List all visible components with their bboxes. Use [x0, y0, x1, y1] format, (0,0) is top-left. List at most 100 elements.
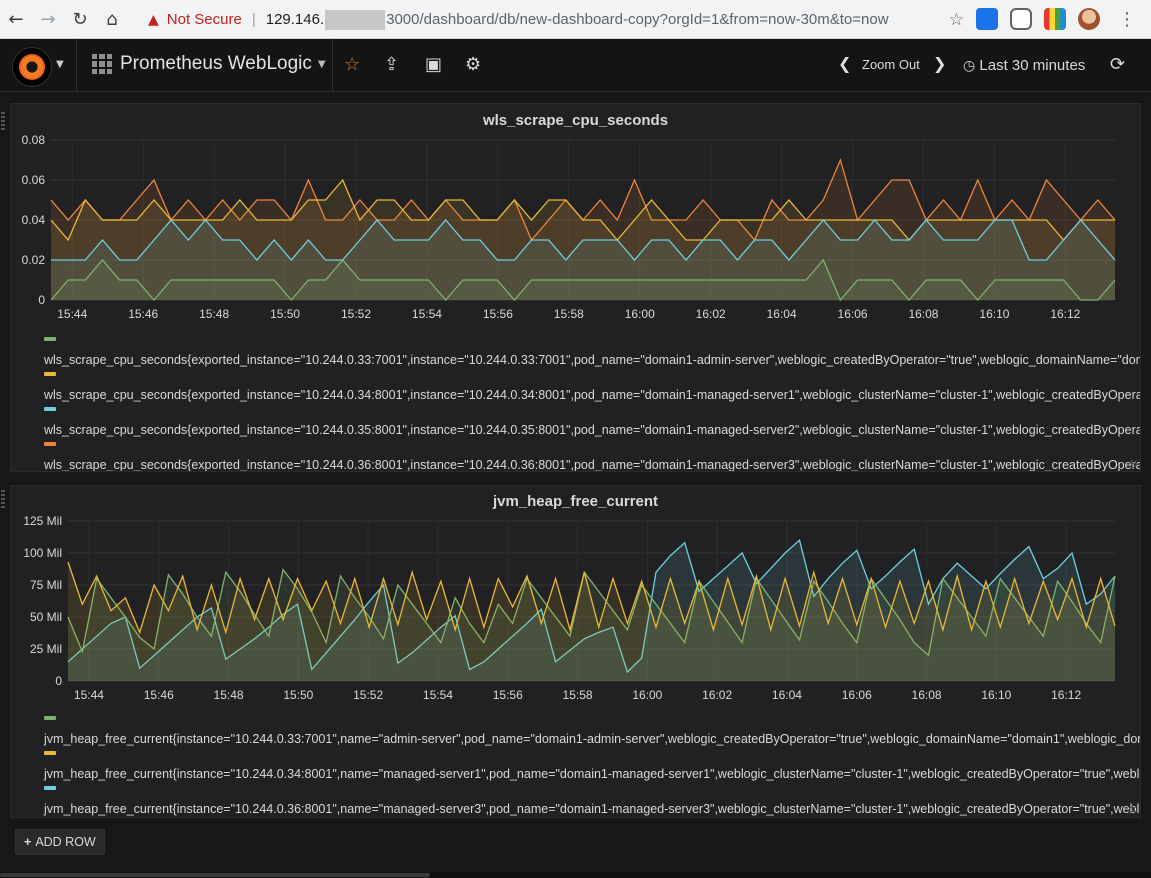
legend-swatch [44, 786, 56, 790]
dashboard-title: Prometheus WebLogic [120, 53, 312, 74]
address-bar[interactable]: ▲ Not Secure | 129.146. 3000/dashboard/d… [136, 4, 972, 35]
legend-label: wls_scrape_cpu_seconds{exported_instance… [44, 423, 1141, 437]
browser-toolbar: ← → ↻ ⌂ ▲ Not Secure | 129.146. 3000/das… [0, 0, 1151, 39]
x-tick-label: 15:56 [493, 688, 523, 702]
legend-swatch [44, 372, 56, 376]
pocket-extension-icon[interactable] [1010, 8, 1032, 30]
y-tick-label: 0.04 [22, 213, 46, 227]
x-tick-label: 16:12 [1050, 307, 1080, 321]
x-tick-label: 15:46 [144, 688, 174, 702]
refresh-icon[interactable]: ⟳ [1110, 54, 1125, 75]
panel-jvm-heap: jvm_heap_free_current 0 25 Mil 50 Mil 75 Mi… [10, 485, 1141, 818]
grafana-navbar: ▼ Prometheus WebLogic ▼ ☆ ⇪ ▣ ⚙ ❮ Zoom O… [0, 39, 1151, 92]
resize-handle-icon[interactable] [1129, 806, 1137, 814]
navbar-divider [76, 39, 77, 92]
reload-icon[interactable]: ↻ [64, 0, 96, 39]
legend-swatch [44, 716, 56, 720]
legend-swatch [44, 442, 56, 446]
star-dashboard-icon[interactable]: ☆ [344, 54, 360, 75]
back-arrow-icon[interactable]: ← [0, 0, 32, 39]
clock-icon: ◷ [963, 58, 976, 74]
x-tick-label: 16:12 [1051, 688, 1081, 702]
x-tick-label: 16:02 [702, 688, 732, 702]
y-tick-label: 50 Mil [30, 610, 62, 624]
url-host: 129.146. [265, 11, 325, 28]
dashboard-title-button[interactable]: Prometheus WebLogic ▼ [92, 53, 326, 75]
x-tick-label: 16:00 [625, 307, 655, 321]
x-tick-label: 16:04 [767, 307, 797, 321]
panel-title[interactable]: wls_scrape_cpu_seconds [11, 112, 1140, 129]
x-tick-label: 16:06 [838, 307, 868, 321]
x-tick-label: 15:56 [483, 307, 513, 321]
x-tick-label: 15:46 [128, 307, 158, 321]
horizontal-scrollbar[interactable] [0, 872, 1151, 878]
x-tick-label: 16:10 [981, 688, 1011, 702]
y-tick-label: 100 Mil [23, 546, 62, 560]
url-separator: | [251, 11, 256, 28]
x-tick-label: 15:58 [563, 688, 593, 702]
chevron-right-icon[interactable]: ❯ [933, 54, 946, 73]
y-tick-label: 125 Mil [23, 514, 62, 528]
plus-icon: + [24, 835, 32, 849]
save-icon[interactable]: ▣ [425, 54, 442, 75]
x-tick-label: 15:44 [57, 307, 87, 321]
legend-label: wls_scrape_cpu_seconds{exported_instance… [44, 388, 1141, 402]
zoom-out-button[interactable]: Zoom Out [862, 57, 920, 72]
y-tick-label: 0.08 [22, 133, 46, 147]
x-tick-label: 15:48 [214, 688, 244, 702]
y-tick-label: 0.02 [22, 253, 46, 267]
x-tick-label: 16:08 [908, 307, 938, 321]
resize-handle-icon[interactable] [1129, 460, 1137, 468]
legend-swatch [44, 407, 56, 411]
row-drag-handle-icon[interactable] [1, 112, 5, 130]
logo-caret-icon[interactable]: ▼ [56, 59, 64, 70]
profile-avatar-icon[interactable] [1078, 8, 1100, 30]
cpu-seconds-graph[interactable]: 0 0.02 0.04 0.06 0.08 15:44 15:46 15:48 15:50 15:… [11, 129, 1141, 344]
not-secure-label: Not Secure [166, 11, 242, 28]
bookmark-star-icon[interactable]: ☆ [949, 10, 964, 30]
share-icon[interactable]: ⇪ [384, 54, 399, 75]
chevron-left-icon[interactable]: ❮ [838, 54, 851, 73]
x-tick-label: 15:54 [412, 307, 442, 321]
x-tick-label: 16:08 [912, 688, 942, 702]
navbar-divider [332, 39, 333, 92]
home-icon[interactable]: ⌂ [96, 0, 128, 39]
row-drag-handle-icon[interactable] [1, 490, 5, 508]
settings-gear-icon[interactable]: ⚙ [465, 54, 481, 75]
x-tick-label: 16:06 [842, 688, 872, 702]
y-tick-label: 0 [38, 293, 45, 307]
x-tick-label: 15:58 [554, 307, 584, 321]
legend-swatch [44, 337, 56, 341]
add-row-label: ADD ROW [35, 835, 96, 849]
dashboard-grid-icon [92, 54, 112, 74]
legend-swatch [44, 751, 56, 755]
jvm-heap-graph[interactable]: 0 25 Mil 50 Mil 75 Mil 100 Mil 125 Mil 15:44 15… [11, 511, 1141, 706]
analytics-extension-icon[interactable] [976, 8, 998, 30]
time-range-label: Last 30 minutes [979, 57, 1086, 74]
legend-label: jvm_heap_free_current{instance="10.244.0… [44, 802, 1141, 816]
legend-label: wls_scrape_cpu_seconds{exported_instance… [44, 458, 1141, 472]
x-tick-label: 16:04 [772, 688, 802, 702]
x-tick-label: 15:50 [283, 688, 313, 702]
x-tick-label: 15:52 [353, 688, 383, 702]
legend-label: jvm_heap_free_current{instance="10.244.0… [44, 767, 1141, 781]
panel-title[interactable]: jvm_heap_free_current [11, 493, 1140, 510]
panel-cpu-seconds: wls_scrape_cpu_seconds 0 0.02 0.04 0.06 0.08… [10, 103, 1141, 472]
grafana-logo-icon[interactable] [12, 47, 52, 87]
scrollbar-thumb[interactable] [0, 873, 430, 877]
legend-label: jvm_heap_free_current{instance="10.244.0… [44, 732, 1141, 746]
add-row-button[interactable]: + ADD ROW [15, 829, 105, 855]
color-extension-icon[interactable] [1044, 8, 1066, 30]
x-tick-label: 16:10 [979, 307, 1009, 321]
y-tick-label: 75 Mil [30, 578, 62, 592]
x-tick-label: 15:54 [423, 688, 453, 702]
y-tick-label: 0.06 [22, 173, 46, 187]
x-tick-label: 16:02 [696, 307, 726, 321]
menu-kebab-icon[interactable]: ⋮ [1118, 9, 1136, 30]
x-tick-label: 15:52 [341, 307, 371, 321]
x-tick-label: 15:50 [270, 307, 300, 321]
forward-arrow-icon[interactable]: → [32, 0, 64, 39]
y-tick-label: 0 [55, 674, 62, 688]
time-picker-button[interactable]: ◷ Last 30 minutes [963, 57, 1085, 74]
redacted-ip [325, 9, 386, 30]
